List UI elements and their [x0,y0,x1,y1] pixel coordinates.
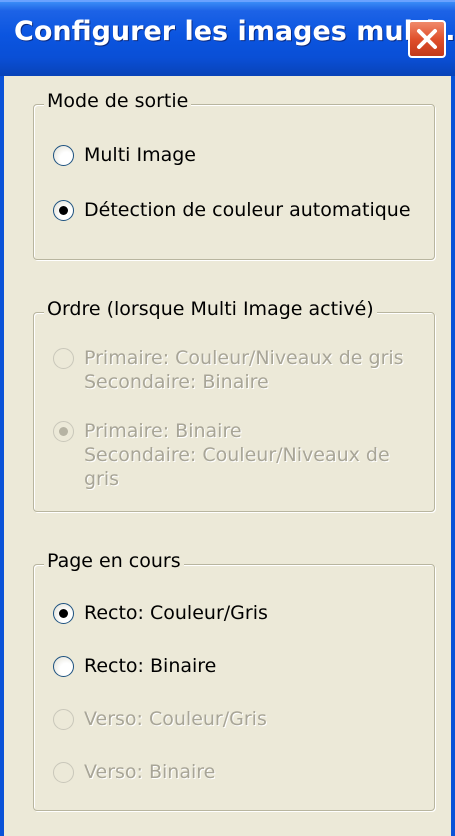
order-legend: Ordre (lorsque Multi Image activé) [44,298,377,320]
radio-button [53,421,74,442]
radio-selected-dot [59,206,68,215]
radio-button[interactable] [53,603,74,624]
title-bar[interactable]: Configurer les images multi... [0,0,455,76]
close-button[interactable] [408,20,446,58]
radio-selected-dot [59,427,68,436]
radio-verso-color-label: Verso: Couleur/Gris [84,708,267,730]
current-page-group: Page en cours Recto: Couleur/Gris Recto:… [33,550,435,811]
radio-verso-binary-label: Verso: Binaire [84,761,216,783]
radio-primary-color-line1: Primaire: Couleur/Niveaux de gris [84,347,404,369]
radio-button[interactable] [53,656,74,677]
order-group: Ordre (lorsque Multi Image activé) Prima… [33,298,435,512]
current-page-legend: Page en cours [44,550,184,572]
radio-primary-binary-line2: Secondaire: Couleur/Niveaux de [84,444,390,466]
radio-button [53,762,74,783]
radio-auto-color-detection-label: Détection de couleur automatique [84,199,411,221]
radio-multi-image-label: Multi Image [84,144,196,166]
radio-primary-binary-line1: Primaire: Binaire [84,420,242,442]
window-title: Configurer les images multi... [14,16,455,47]
dialog-window: Configurer les images multi... Mode de s… [0,0,455,836]
radio-recto-color-label: Recto: Couleur/Gris [84,602,268,624]
output-mode-group: Mode de sortie Multi Image Détection de … [33,90,435,260]
radio-button [53,348,74,369]
radio-button[interactable] [53,145,74,166]
radio-primary-binary-line3: gris [84,468,120,490]
output-mode-legend: Mode de sortie [44,90,192,112]
close-icon [417,29,437,49]
radio-button[interactable] [53,200,74,221]
radio-primary-color-line2: Secondaire: Binaire [84,371,269,393]
radio-selected-dot [59,609,68,618]
radio-recto-binary-label: Recto: Binaire [84,655,217,677]
radio-button [53,709,74,730]
